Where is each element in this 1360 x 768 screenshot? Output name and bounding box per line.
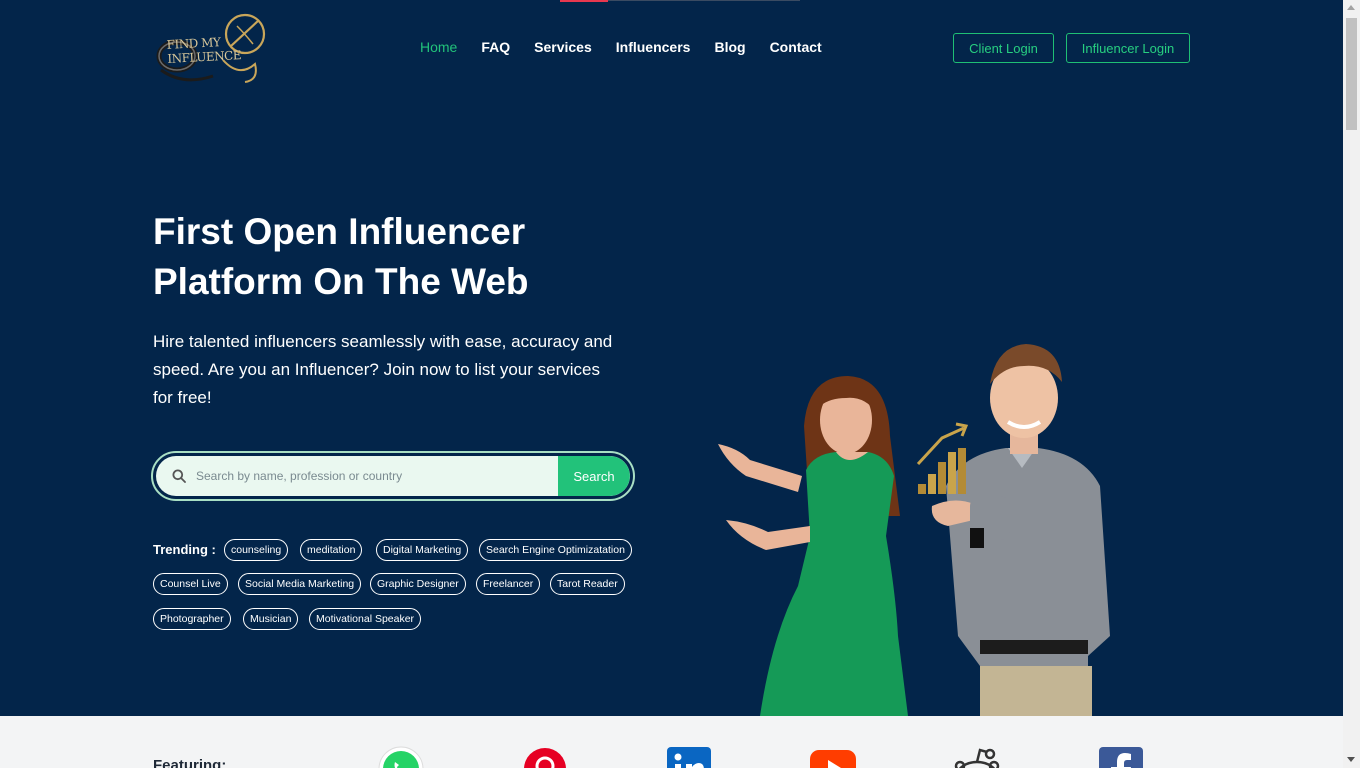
search-input[interactable]: [194, 469, 558, 483]
trending-tag[interactable]: Freelancer: [476, 573, 541, 595]
scroll-up-arrow-icon[interactable]: [1347, 5, 1355, 10]
trending-tag[interactable]: meditation: [300, 539, 363, 561]
hero-title-line-1: First Open Influencer: [153, 211, 526, 252]
youtube-icon[interactable]: [810, 746, 856, 768]
hero-people-image: [718, 344, 1110, 716]
trending-tag[interactable]: Counsel Live: [153, 573, 228, 595]
site-logo[interactable]: FIND MY INFLUENCE: [153, 10, 269, 86]
trending-tag[interactable]: Photographer: [153, 608, 231, 630]
top-accent-line: [560, 0, 608, 2]
page-scrollbar[interactable]: [1343, 0, 1360, 768]
search-bar: Search: [151, 451, 635, 501]
scrollbar-thumb[interactable]: [1346, 18, 1357, 130]
reddit-icon[interactable]: [954, 746, 1000, 768]
main-nav: Home FAQ Services Influencers Blog Conta…: [420, 39, 846, 55]
nav-contact[interactable]: Contact: [770, 39, 822, 55]
nav-services[interactable]: Services: [534, 39, 592, 55]
search-icon: [156, 456, 194, 496]
logo-text: FIND MY INFLUENCE: [166, 34, 241, 66]
client-login-button[interactable]: Client Login: [953, 33, 1054, 63]
trending-tag[interactable]: counseling: [224, 539, 289, 561]
trending-tag[interactable]: Graphic Designer: [370, 573, 466, 595]
influencer-login-button[interactable]: Influencer Login: [1066, 33, 1190, 63]
nav-influencers[interactable]: Influencers: [616, 39, 691, 55]
trending-tag[interactable]: Search Engine Optimizatation: [479, 539, 632, 561]
nav-home[interactable]: Home: [420, 39, 457, 55]
search-button[interactable]: Search: [558, 456, 630, 496]
hero-subtitle: Hire talented influencers seamlessly wit…: [153, 332, 613, 407]
scroll-down-arrow-icon[interactable]: [1347, 757, 1355, 762]
pinterest-icon[interactable]: [522, 746, 568, 768]
trending-label: Trending :: [153, 542, 216, 557]
nav-blog[interactable]: Blog: [714, 39, 745, 55]
trending-tag[interactable]: Social Media Marketing: [238, 573, 362, 595]
featuring-label: Featuring:: [153, 757, 227, 768]
featuring-section: Featuring:: [0, 716, 1343, 768]
facebook-icon[interactable]: [1098, 746, 1144, 768]
nav-faq[interactable]: FAQ: [481, 39, 510, 55]
trending-tag[interactable]: Tarot Reader: [550, 573, 625, 595]
hero-title-line-2: Platform On The Web: [153, 261, 529, 302]
trending-tag[interactable]: Digital Marketing: [376, 539, 469, 561]
hero-title: First Open Influencer Platform On The We…: [153, 207, 633, 307]
linkedin-icon[interactable]: [666, 746, 712, 768]
trending-tag[interactable]: Motivational Speaker: [309, 608, 422, 630]
whatsapp-icon[interactable]: [378, 746, 424, 768]
search-inner: Search: [156, 456, 630, 496]
hero-section: FIND MY INFLUENCE Home FAQ Services Infl…: [0, 0, 1343, 716]
trending-tag[interactable]: Musician: [243, 608, 299, 630]
